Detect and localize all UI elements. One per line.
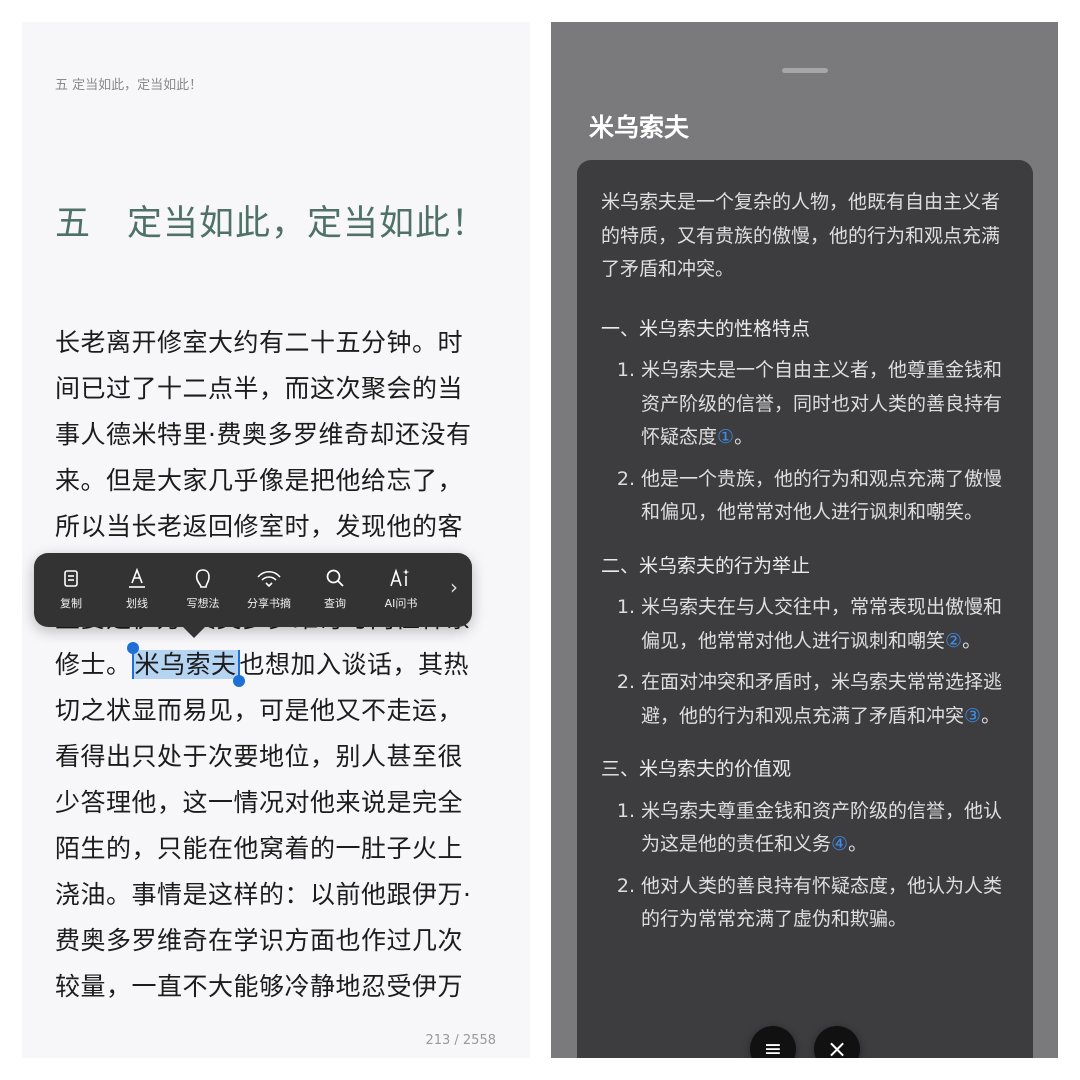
citation-trailing-punct: 。 [848,833,868,855]
list-item-text-wrap: 他是一个贵族，他的行为和观点充满了傲慢和偏见，他常常对他人进行讽刺和嘲笑。 [641,463,1009,530]
list-item-text-wrap: 米乌索夫尊重金钱和资产阶级的信誉，他认为这是他的责任和义务④。 [641,795,1009,862]
write-thought-button[interactable]: 写想法 [172,565,234,611]
list-item-number: 1. [616,596,635,618]
chapter-number: 五 [55,204,92,244]
selection-toolbar: 复制 划线 写想法 分享书摘 查询 AI问书 › [34,553,472,638]
copy-button[interactable]: 复制 [40,565,102,611]
text-line[interactable]: 来。但是大家几乎像是把他给忘了， [55,458,515,504]
running-head: 五 定当如此，定当如此！ [55,78,203,93]
section-heading: 二、米乌索夫的行为举止 [601,554,811,577]
list-item: 1. 米乌索夫是一个自由主义者，他尊重金钱和资产阶级的信誉，同时也对人类的善良持有… [601,354,1009,455]
selected-text-label: 米乌索夫 [134,650,237,679]
reader-page: 五 定当如此，定当如此！ 五定当如此，定当如此！ 长老离开修室大约有二十五分钟。… [22,22,530,1058]
citation-trailing-punct: 。 [734,426,754,448]
share-excerpt-label: 分享书摘 [247,597,291,610]
share-icon [238,565,300,591]
list-item-text-wrap: 米乌索夫在与人交往中，常常表现出傲慢和偏见，他常常对他人进行讽刺和嘲笑②。 [641,591,1009,658]
chapter-title-text: 定当如此，定当如此！ [127,204,488,244]
list-item-number: 1. [616,799,635,822]
text-after-selection: 也想加入谈话，其热 [239,650,470,679]
list-item-text-wrap: 他对人类的善良持有怀疑态度，他认为人类的行为常常充满了虚伪和欺骗。 [641,870,1009,937]
chapter-body[interactable]: 长老离开修室大约有二十五分钟。时 间已过了十二点半，而这次聚会的当 事人德米特里·费… [55,320,515,1010]
page-indicator: 213 / 2558 [425,1033,496,1048]
copy-label: 复制 [60,597,82,610]
list-item: 2. 他对人类的善良持有怀疑态度，他认为人类的行为常常充满了虚伪和欺骗。 [601,870,1009,937]
citation-trailing-punct: 。 [981,704,1001,727]
thought-icon [172,565,234,591]
search-icon [304,565,366,591]
answer-section: 一、米乌索夫的性格特点 1. 米乌索夫是一个自由主义者，他尊重金钱和资产阶级的信誉，… [601,313,1009,530]
underline-button[interactable]: 划线 [106,565,168,611]
lookup-label: 查询 [324,597,346,610]
text-line[interactable]: 切之状显而易见，可是他又不走运， [55,688,515,734]
ai-ask-book-label: AI问书 [384,597,418,610]
ai-answer-intro: 米乌索夫是一个复杂的人物，他既有自由主义者的特质，又有贵族的傲慢，他的行为和观点… [601,191,1001,280]
text-line[interactable]: 间已过了十二点半，而这次聚会的当 [55,366,515,412]
list-item-text: 在面对冲突和矛盾时，米乌索夫常常选择逃避，他的行为和观点充满了矛盾和冲突 [641,671,1003,727]
text-line[interactable]: 较量，一直不大能够冷静地忍受伊万 [55,964,515,1010]
list-item: 2. 他是一个贵族，他的行为和观点充满了傲慢和偏见，他常常对他人进行讽刺和嘲笑。 [601,463,1009,530]
selection-start-handle[interactable] [126,642,139,654]
text-line[interactable]: 费奥多罗维奇在学识方面也作过几次 [55,918,515,964]
list-item-text: 米乌索夫尊重金钱和资产阶级的信誉，他认为这是他的责任和义务 [641,799,1003,856]
sheet-title: 米乌索夫 [589,113,690,142]
toolbar-pointer [182,626,206,638]
list-item-text: 米乌索夫是一个自由主义者，他尊重金钱和资产阶级的信誉，同时也对人类的善良持有怀疑… [641,359,1003,448]
underline-label: 划线 [126,597,148,610]
citation-trailing-punct: 。 [962,629,982,652]
chapter-title: 五定当如此，定当如此！ [55,194,495,254]
text-line[interactable]: 修士。 米乌索夫 也想加入谈话，其热 [55,642,515,688]
list-item-text-wrap: 米乌索夫是一个自由主义者，他尊重金钱和资产阶级的信誉，同时也对人类的善良持有怀疑… [641,354,1009,455]
close-icon: × [826,1035,848,1058]
section-heading: 一、米乌索夫的性格特点 [601,317,811,340]
ai-ask-book-button[interactable]: AI问书 [370,565,432,611]
ai-icon [370,565,432,591]
text-before-selection: 修士。 [55,650,132,679]
more-tools-chevron-icon[interactable]: › [450,575,458,599]
text-line[interactable]: 事人德米特里·费奥多罗维奇却还没有 [55,412,515,458]
ai-answer-content: 米乌索夫是一个复杂的人物，他既有自由主义者的特质，又有贵族的傲慢，他的行为和观点… [577,160,1033,937]
copy-icon [40,565,102,591]
underline-icon [106,565,168,591]
list-item-text-wrap: 在面对冲突和矛盾时，米乌索夫常常选择逃避，他的行为和观点充满了矛盾和冲突③。 [641,666,1009,733]
answer-section: 三、米乌索夫的价值观 1. 米乌索夫尊重金钱和资产阶级的信誉，他认为这是他的责任和义… [601,753,1009,937]
selection-end-handle[interactable] [232,675,245,687]
text-line[interactable]: 少答理他，这一情况对他来说是完全 [55,780,515,826]
text-line[interactable]: 看得出只处于次要地位，别人甚至很 [55,734,515,780]
list-item-number: 2. [616,874,635,897]
list-item-text: 他是一个贵族，他的行为和观点充满了傲慢和偏见，他常常对他人进行讽刺和嘲笑。 [641,467,1003,524]
write-thought-label: 写想法 [186,597,220,610]
section-heading: 三、米乌索夫的价值观 [601,758,792,780]
text-line[interactable]: 浇油。事情是这样的：以前他跟伊万· [55,872,515,918]
lookup-button[interactable]: 查询 [304,565,366,611]
list-item: 2. 在面对冲突和矛盾时，米乌索夫常常选择逃避，他的行为和观点充满了矛盾和冲突③。 [601,666,1009,733]
citation-link[interactable]: ① [717,426,734,448]
list-item-number: 1. [616,359,635,381]
menu-icon: ≡ [763,1036,783,1059]
ai-answer-card: 米乌索夫是一个复杂的人物，他既有自由主义者的特质，又有贵族的傲慢，他的行为和观点… [577,160,1033,1058]
ai-answer-sheet: 米乌索夫 米乌索夫是一个复杂的人物，他既有自由主义者的特质，又有贵族的傲慢，他的… [551,22,1058,1058]
list-item-number: 2. [616,467,635,490]
citation-link[interactable]: ③ [964,705,981,727]
share-excerpt-button[interactable]: 分享书摘 [238,565,300,611]
sheet-drag-handle[interactable] [782,68,828,73]
text-line[interactable]: 陌生的，只能在他窝着的一肚子火上 [55,826,515,872]
list-item-text: 他对人类的善良持有怀疑态度，他认为人类的行为常常充满了虚伪和欺骗。 [641,874,1003,931]
citation-link[interactable]: ④ [831,833,848,855]
list-item-number: 2. [616,671,635,693]
citation-link[interactable]: ② [945,630,962,652]
list-item: 1. 米乌索夫在与人交往中，常常表现出傲慢和偏见，他常常对他人进行讽刺和嘲笑②。 [601,591,1009,658]
selected-text[interactable]: 米乌索夫 [126,642,245,687]
answer-section: 二、米乌索夫的行为举止 1. 米乌索夫在与人交往中，常常表现出傲慢和偏见，他常常对他… [601,550,1009,734]
text-line[interactable]: 长老离开修室大约有二十五分钟。时 [55,320,515,366]
list-item: 1. 米乌索夫尊重金钱和资产阶级的信誉，他认为这是他的责任和义务④。 [601,795,1009,862]
text-line[interactable]: 所以当长老返回修室时，发现他的客 [55,504,515,550]
